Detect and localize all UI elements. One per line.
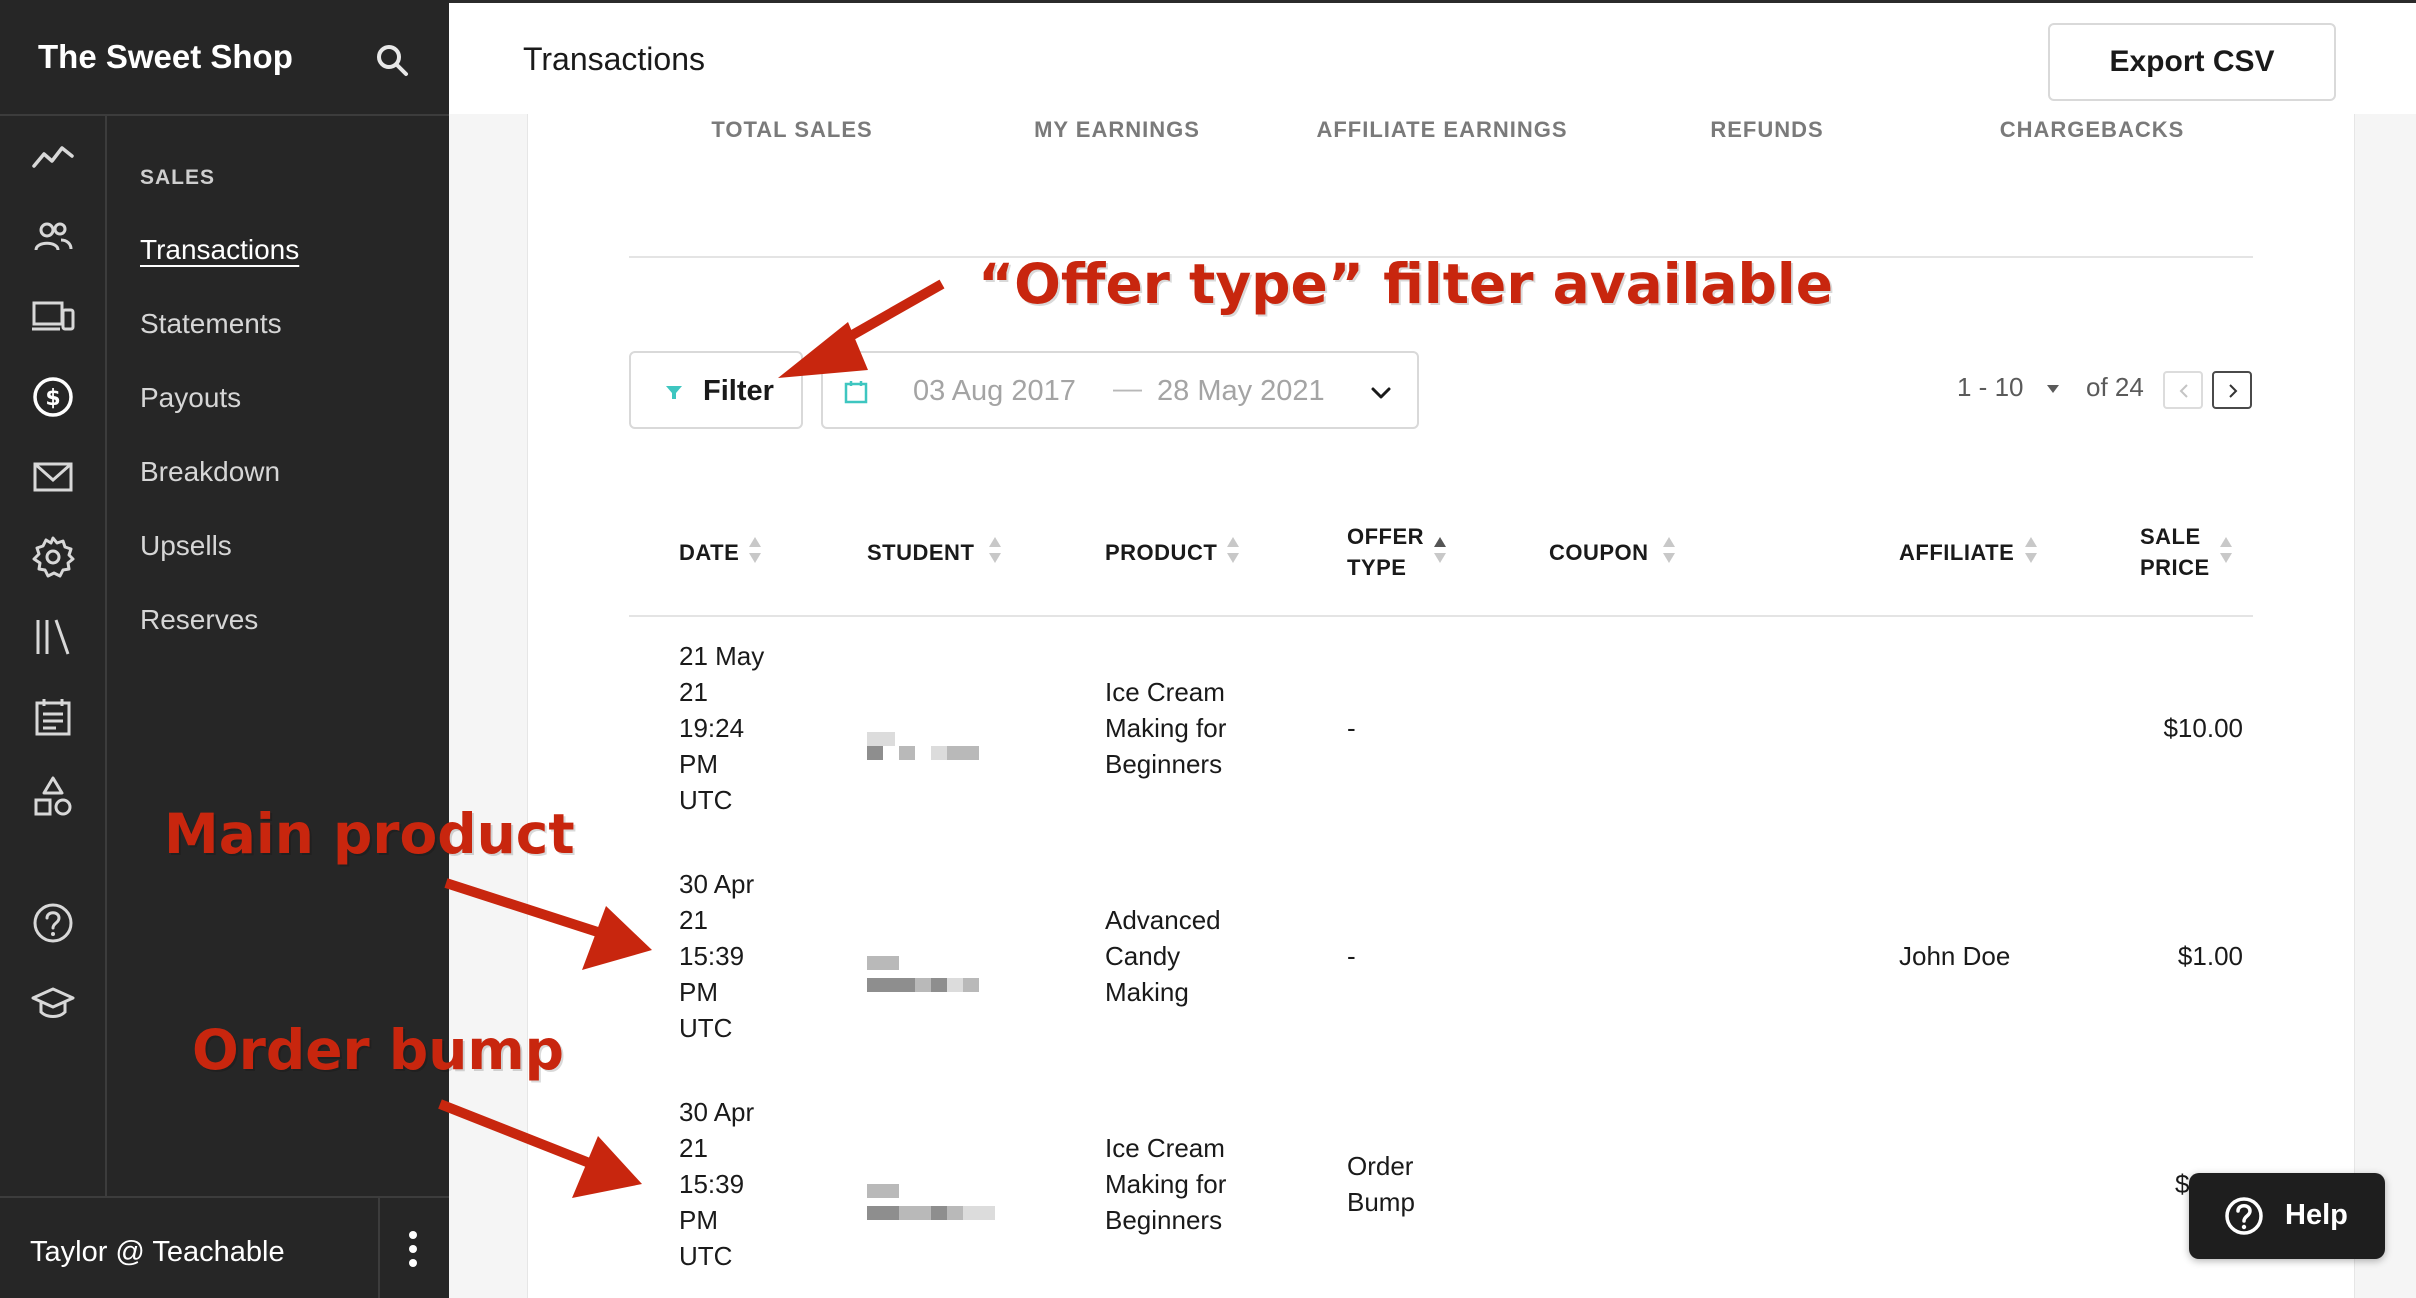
shapes-icon[interactable] [30, 774, 76, 820]
table-row[interactable]: 30 Apr 21 15:39 PM UTC Advanced Candy Ma… [629, 866, 2253, 1092]
nav-item-reserves[interactable]: Reserves [140, 604, 258, 636]
col-header-coupon[interactable]: COUPON [1549, 537, 1649, 568]
nav-item-payouts[interactable]: Payouts [140, 382, 241, 414]
sidebar: The Sweet Shop $ SALES Transactions Stat… [0, 0, 449, 1298]
chevron-left-icon [2179, 384, 2188, 398]
col-header-affiliate[interactable]: AFFILIATE [1899, 537, 2014, 568]
settings-gear-icon[interactable] [30, 534, 76, 580]
tab-total-sales[interactable]: TOTAL SALES [632, 117, 952, 143]
date-range-picker[interactable]: 03 Aug 2017 — 28 May 2021 [821, 351, 1419, 429]
cell-sale-price: $ [2175, 1169, 2190, 1199]
top-bar: Transactions Export CSV [449, 0, 2416, 114]
sort-icon[interactable] [2023, 534, 2039, 566]
rows-per-page-select[interactable]: 1 - 10 [1957, 372, 2024, 403]
sort-icon[interactable] [987, 534, 1003, 566]
nav-item-statements[interactable]: Statements [140, 308, 282, 340]
more-vertical-icon[interactable] [390, 1222, 440, 1276]
search-icon[interactable] [372, 40, 412, 80]
filter-button[interactable]: Filter [629, 351, 803, 429]
account-divider [378, 1198, 380, 1298]
help-button[interactable]: Help [2189, 1173, 2385, 1259]
sort-ascending-icon[interactable] [1432, 534, 1448, 566]
table-header-divider [629, 615, 2253, 617]
col-header-offer-type[interactable]: OFFER TYPE [1347, 521, 1424, 583]
sort-icon[interactable] [1225, 534, 1241, 566]
tab-refunds[interactable]: REFUNDS [1607, 117, 1927, 143]
cell-product[interactable]: Ice Cream Making for Beginners [1105, 1130, 1226, 1238]
cell-product[interactable]: Advanced Candy Making [1105, 902, 1221, 1010]
col-header-date[interactable]: DATE [679, 537, 739, 568]
date-end: 28 May 2021 [1157, 375, 1325, 407]
dollar-icon[interactable]: $ [30, 374, 76, 420]
account-name[interactable]: Taylor @ Teachable [30, 1236, 285, 1269]
icon-rail: $ [0, 116, 107, 1196]
annotation-order-bump: Order bump [192, 1018, 565, 1082]
col-header-student[interactable]: STUDENT [867, 537, 974, 568]
cell-product[interactable]: Ice Cream Making for Beginners [1105, 674, 1226, 782]
filter-label: Filter [703, 375, 774, 407]
library-icon[interactable] [30, 614, 76, 660]
date-start: 03 Aug 2017 [913, 375, 1076, 407]
table-row[interactable]: 21 May 21 19:24 PM UTC Ice Cream Making … [629, 638, 2253, 864]
annotation-main-product: Main product [164, 802, 575, 866]
table-row[interactable]: 30 Apr 21 15:39 PM UTC Ice Cream Making … [629, 1094, 2253, 1298]
help-circle-icon[interactable] [30, 900, 76, 946]
chevron-down-icon [1369, 381, 1393, 405]
calendar-icon [841, 377, 871, 407]
school-name[interactable]: The Sweet Shop [38, 38, 293, 76]
help-question-icon [2223, 1195, 2265, 1237]
page-title: Transactions [523, 41, 705, 77]
cell-student-redacted [867, 952, 1007, 1002]
tab-my-earnings[interactable]: MY EARNINGS [957, 117, 1277, 143]
cell-date: 21 May 21 19:24 PM UTC [679, 641, 765, 815]
col-header-sale-price[interactable]: SALE PRICE [2140, 521, 2210, 583]
export-csv-button[interactable]: Export CSV [2048, 23, 2336, 101]
devices-icon[interactable] [30, 294, 76, 340]
caret-down-icon[interactable] [2044, 382, 2062, 394]
col-header-product[interactable]: PRODUCT [1105, 537, 1217, 568]
cell-offer-type: Order Bump [1347, 1151, 1415, 1217]
tab-chargebacks[interactable]: CHARGEBACKS [1932, 117, 2252, 143]
svg-text:$: $ [45, 386, 60, 411]
next-page-button[interactable] [2212, 371, 2252, 409]
annotation-offer-type-filter: “Offer type” filter available [978, 252, 1834, 316]
tab-affiliate-earnings[interactable]: AFFILIATE EARNINGS [1282, 117, 1602, 143]
account-bar: Taylor @ Teachable [0, 1196, 449, 1298]
graduation-cap-icon[interactable] [30, 980, 76, 1026]
sort-icon[interactable] [2218, 534, 2234, 566]
cell-sale-price: $10.00 [2163, 713, 2243, 743]
cell-student-redacted [867, 1180, 1007, 1230]
date-separator: — [1113, 373, 1142, 405]
sort-icon[interactable] [747, 534, 763, 566]
cell-date: 30 Apr 21 15:39 PM UTC [679, 1097, 755, 1271]
nav-item-breakdown[interactable]: Breakdown [140, 456, 280, 488]
calendar-list-icon[interactable] [30, 694, 76, 740]
cell-affiliate: John Doe [1899, 941, 2011, 971]
help-label: Help [2285, 1199, 2348, 1231]
users-icon[interactable] [30, 214, 76, 260]
nav-section-sales: SALES [140, 166, 216, 189]
prev-page-button[interactable] [2163, 371, 2203, 409]
nav-item-upsells[interactable]: Upsells [140, 530, 232, 562]
cell-student-redacted [867, 728, 987, 768]
nav-item-transactions[interactable]: Transactions [140, 234, 299, 266]
cell-offer-type: - [1347, 713, 1356, 743]
analytics-icon[interactable] [30, 134, 76, 180]
chevron-right-icon [2229, 384, 2238, 398]
mail-icon[interactable] [30, 454, 76, 500]
page-total: of 24 [2086, 372, 2144, 402]
cell-offer-type: - [1347, 941, 1356, 971]
filter-funnel-icon [663, 381, 685, 403]
cell-sale-price: $1.00 [2177, 941, 2243, 971]
cell-date: 30 Apr 21 15:39 PM UTC [679, 869, 755, 1043]
brand-header: The Sweet Shop [0, 0, 449, 116]
sort-icon[interactable] [1661, 534, 1677, 566]
